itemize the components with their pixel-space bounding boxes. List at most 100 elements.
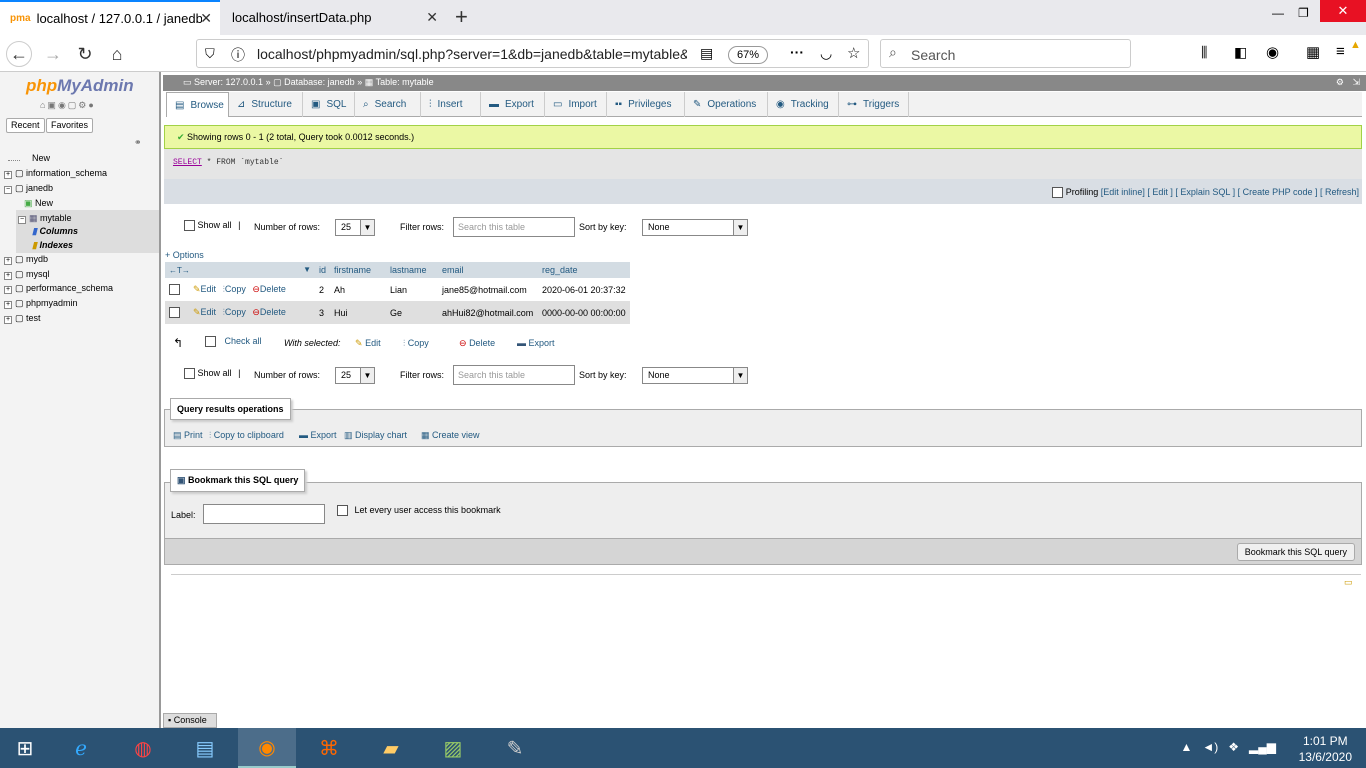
print-link[interactable]: ▤ Print (173, 430, 203, 441)
tree-item-columns[interactable]: ▮ Columns (16, 225, 159, 239)
row-checkbox[interactable] (169, 284, 180, 296)
tree-item-test[interactable]: + ▢ test (4, 313, 41, 324)
network-icon[interactable]: ▂▄▆ (1249, 740, 1276, 754)
sort-by-key-select[interactable]: None ▼ (642, 219, 748, 236)
account-icon[interactable]: ◉ (1266, 43, 1279, 61)
filter-rows-input[interactable]: Search this table (453, 365, 575, 385)
sql-keyword[interactable]: SELECT (173, 158, 202, 167)
sort-arrows-icon[interactable]: ←T→ (169, 266, 190, 275)
tree-item-new[interactable]: New (8, 153, 50, 163)
show-all-top[interactable]: Show all | (184, 220, 240, 232)
tree-item-information-schema[interactable]: + ▢ information_schema (4, 168, 107, 179)
tab-insert-data[interactable]: localhost/insertData.php ✕ (222, 0, 446, 35)
chrome-icon[interactable]: ◍ (114, 728, 172, 768)
cell-reg-date[interactable]: 0000-00-00 00:00:00 (538, 301, 630, 324)
tab-insert[interactable]: ⫶ Insert (421, 92, 481, 117)
filter-rows-input[interactable]: Search this table (453, 217, 575, 237)
row-copy-link[interactable]: Copy (225, 284, 246, 294)
show-all-checkbox[interactable] (184, 220, 195, 232)
cell-id[interactable]: 2 (315, 278, 331, 301)
create-php-code-link[interactable]: [ Create PHP code ] (1238, 187, 1318, 197)
windows-start-icon[interactable]: ⊞ (0, 728, 50, 768)
zoom-level-badge[interactable]: 67% (728, 46, 768, 64)
rows-select[interactable]: 25 ▼ (335, 219, 375, 236)
new-tab-button[interactable]: + (455, 4, 468, 30)
maximize-button[interactable]: ❐ (1298, 6, 1309, 20)
col-header-reg-date[interactable]: reg_date (538, 262, 630, 278)
volume-icon[interactable]: ◄) (1202, 740, 1218, 754)
with-selected-edit[interactable]: ✎ Edit (355, 338, 381, 349)
wordpad-icon[interactable]: ▤ (176, 728, 234, 768)
phpmyadmin-logo[interactable]: phpMyAdmin (26, 76, 134, 96)
every-user-checkbox[interactable] (337, 505, 348, 517)
copy-clipboard-link[interactable]: ⫶ Copy to clipboard (209, 430, 284, 441)
tree-item-indexes[interactable]: ▮ Indexes (16, 239, 159, 253)
bookmark-query-button[interactable]: Bookmark this SQL query (1236, 543, 1355, 561)
close-window-button[interactable]: ✕ (1320, 0, 1366, 22)
cell-email[interactable]: ahHui82@hotmail.com (438, 301, 539, 324)
show-hidden-icons-icon[interactable]: ▲ (1180, 740, 1192, 754)
url-bar[interactable]: ⛉ ⓘ localhost/phpmyadmin/sql.php?server=… (196, 39, 869, 68)
shield-icon[interactable]: ⛉ (205, 46, 215, 62)
tree-item-mysql[interactable]: + ▢ mysql (4, 269, 50, 280)
explain-sql-link[interactable]: [ Explain SQL ] (1175, 187, 1235, 197)
back-arrow-icon[interactable]: ← (6, 41, 32, 67)
cell-email[interactable]: jane85@hotmail.com (438, 278, 539, 301)
file-explorer-icon[interactable]: ▰ (362, 728, 420, 768)
row-edit-link[interactable]: Edit (201, 307, 217, 317)
create-view-link[interactable]: ▦ Create view (421, 430, 480, 441)
tab-privileges[interactable]: ▪▪ Privileges (607, 92, 685, 117)
rows-select[interactable]: 25 ▼ (335, 367, 375, 384)
home-icon[interactable]: ⌂ (104, 41, 130, 67)
tree-item-performance-schema[interactable]: + ▢ performance_schema (4, 283, 113, 294)
with-selected-export[interactable]: ▬ Export (517, 338, 555, 348)
refresh-link[interactable]: [ Refresh] (1320, 187, 1359, 197)
display-chart-link[interactable]: ▥ Display chart (344, 430, 407, 441)
url-text[interactable]: localhost/phpmyadmin/sql.php?server=1&db… (257, 46, 687, 62)
show-all-checkbox[interactable] (184, 368, 195, 380)
tab-sql[interactable]: ▣ SQL (303, 92, 355, 117)
cell-reg-date[interactable]: 2020-06-01 20:37:32 (538, 278, 630, 301)
recent-button[interactable]: Recent (6, 118, 45, 133)
tab-structure[interactable]: ⊿ Structure (229, 92, 303, 117)
page-note-icon[interactable]: ▭ (1344, 577, 1353, 588)
notepad-plus-plus-icon[interactable]: ▨ (424, 728, 482, 768)
settings-gear-icon[interactable]: ⚙ (1336, 77, 1344, 88)
tab-operations[interactable]: ✎ Operations (685, 92, 768, 117)
cell-firstname[interactable]: Hui (330, 301, 387, 324)
tree-item-janedb[interactable]: − ▢ janedb (4, 183, 53, 194)
col-header-id[interactable]: id (315, 262, 331, 278)
console-tab[interactable]: ▪ Console (163, 713, 217, 728)
col-header-firstname[interactable]: firstname (330, 262, 387, 278)
quick-links-icons[interactable]: ⌂▣◉▢⚙● (40, 100, 96, 111)
close-tab-icon[interactable]: ✕ (200, 10, 212, 27)
xampp-icon[interactable]: ⌘ (300, 728, 358, 768)
tab-export[interactable]: ▬ Export (481, 92, 545, 117)
row-checkbox[interactable] (169, 307, 180, 319)
cell-lastname[interactable]: Ge (386, 301, 439, 324)
forward-arrow-icon[interactable]: → (40, 41, 66, 67)
library-icon[interactable]: ⫼ (1201, 44, 1207, 61)
col-header-lastname[interactable]: lastname (386, 262, 439, 278)
link-icon[interactable]: ⚭ (134, 137, 142, 148)
check-all-control[interactable]: Check all (205, 336, 262, 348)
row-copy-link[interactable]: Copy (225, 307, 246, 317)
breadcrumb-database[interactable]: Database: janedb (284, 77, 355, 87)
show-all-bottom[interactable]: Show all | (184, 368, 240, 380)
cell-firstname[interactable]: Ah (330, 278, 387, 301)
browser-search-input[interactable]: ⌕ Search (880, 39, 1131, 68)
sidebar-toggle-icon[interactable]: ◧ (1234, 44, 1247, 61)
tab-browse[interactable]: ▤ Browse (166, 92, 229, 117)
reload-icon[interactable]: ↻ (72, 41, 98, 67)
firefox-icon[interactable]: ◉ (238, 728, 296, 768)
close-tab-icon[interactable]: ✕ (426, 9, 438, 26)
edit-inline-link[interactable]: [Edit inline] (1101, 187, 1145, 197)
pocket-icon[interactable]: ◡ (820, 45, 832, 62)
dropdown-arrow-icon[interactable]: ▼ (303, 265, 311, 274)
internet-explorer-icon[interactable]: ℯ (52, 728, 110, 768)
breadcrumb-table[interactable]: Table: mytable (376, 77, 434, 87)
more-actions-icon[interactable]: ··· (790, 44, 804, 60)
sort-by-key-select[interactable]: None ▼ (642, 367, 748, 384)
menu-icon[interactable]: ≡ (1336, 43, 1345, 60)
check-all-label[interactable]: Check all (225, 336, 262, 346)
